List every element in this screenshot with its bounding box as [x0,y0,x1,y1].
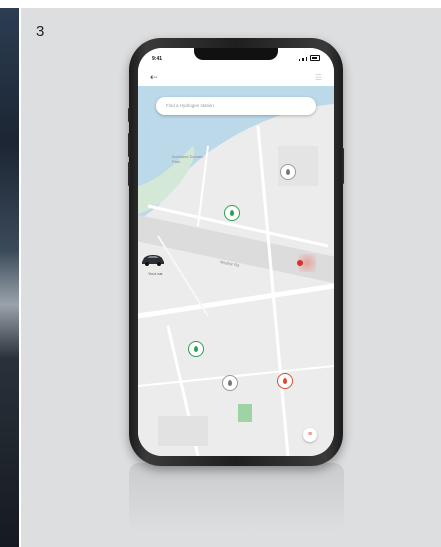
card-number: 3 [36,23,45,40]
station-marker-inactive[interactable] [280,164,296,180]
phone-screen: 9:41 ⇠ ☰ Find a Hydrogen station Aucklan… [138,48,334,456]
green-park-block [238,404,252,422]
phone-notch [194,48,278,60]
menu-icon[interactable]: ☰ [315,73,322,82]
app-bar: ⇠ ☰ [138,70,334,86]
station-marker-inactive[interactable] [222,375,238,391]
battery-icon [310,55,320,61]
hydrogen-drop-icon [286,169,290,175]
hydrogen-drop-icon [228,380,232,386]
hydrogen-drop-icon [194,346,198,352]
current-location-icon [297,260,303,266]
status-time: 9:41 [152,56,163,62]
hydrogen-drop-icon [283,378,287,384]
car-icon[interactable] [140,253,166,267]
station-marker-available[interactable] [224,205,240,221]
signal-bar [302,58,304,61]
phone-volume-up [128,133,130,157]
station-marker-available[interactable] [188,341,204,357]
phone-volume-down [128,162,130,186]
station-marker-unavailable[interactable] [277,373,293,389]
phone-mute-switch [128,108,130,122]
signal-icon [298,59,300,61]
search-input[interactable]: Find a Hydrogen station [156,97,316,115]
phone-mockup: 9:41 ⇠ ☰ Find a Hydrogen station Aucklan… [128,38,344,466]
phone-power-button [342,148,344,184]
signal-bar [305,57,307,61]
hydrogen-drop-icon [230,210,234,216]
list-view-button[interactable]: ≡ [303,428,317,442]
status-icons [298,55,320,61]
vehicle-label: Your car [148,271,163,276]
building-block [158,416,208,446]
map-label-park: Auckland Domain Park [172,154,204,164]
list-icon: ≡ [307,431,313,438]
adjacent-photo-strip [0,8,19,547]
back-arrow-icon[interactable]: ⇠ [150,72,158,82]
phone-reflection [129,463,344,533]
feature-card: 3 9:41 ⇠ ☰ Find a Hydrogen station Auckl… [21,8,441,547]
